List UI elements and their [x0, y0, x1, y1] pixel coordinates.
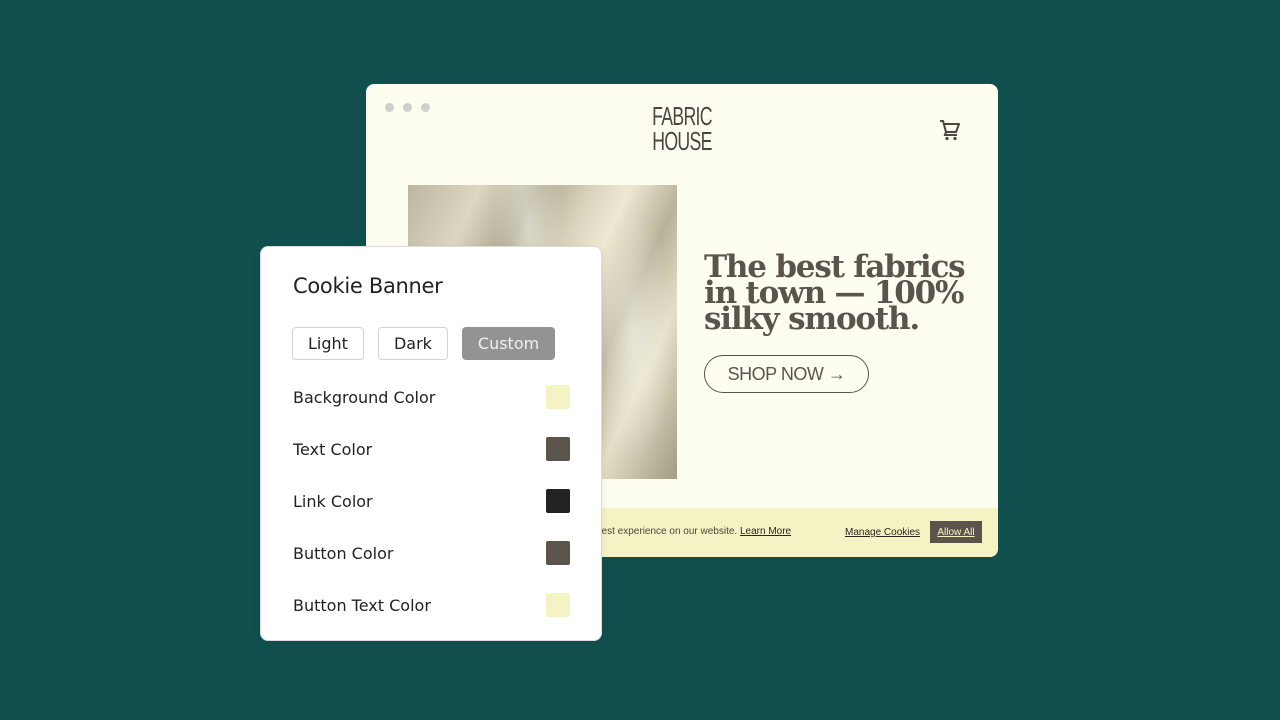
button-color-swatch[interactable] — [546, 541, 570, 565]
shop-now-button[interactable]: SHOP NOW → — [704, 355, 869, 393]
text-color-swatch[interactable] — [546, 437, 570, 461]
color-row-background: Background Color — [293, 371, 570, 423]
window-controls — [385, 103, 430, 112]
link-color-swatch[interactable] — [546, 489, 570, 513]
brand-logo[interactable]: FABRIC HOUSE — [467, 103, 897, 156]
color-label: Text Color — [293, 439, 373, 459]
color-row-button: Button Color — [293, 527, 570, 579]
learn-more-link[interactable]: Learn More — [740, 526, 791, 537]
button-text-color-swatch[interactable] — [546, 593, 570, 617]
color-row-button-text: Button Text Color — [293, 579, 570, 631]
mode-light-button[interactable]: Light — [292, 327, 364, 360]
color-row-text: Text Color — [293, 423, 570, 475]
cookie-banner-settings-panel: Cookie Banner Light Dark Custom Backgrou… — [260, 246, 602, 641]
color-settings-list: Background Color Text Color Link Color B… — [293, 371, 570, 631]
window-dot-icon — [403, 103, 412, 112]
color-label: Button Text Color — [293, 595, 431, 615]
allow-all-button[interactable]: Allow All — [930, 521, 982, 543]
theme-mode-selector: Light Dark Custom — [292, 327, 556, 360]
mode-custom-button[interactable]: Custom — [461, 327, 556, 360]
color-label: Link Color — [293, 491, 373, 511]
color-row-link: Link Color — [293, 475, 570, 527]
cookie-message: best experience on our website. Learn Mo… — [596, 526, 791, 537]
mode-dark-button[interactable]: Dark — [377, 327, 448, 360]
hero-headline: The best fabrics in town — 100% silky sm… — [704, 249, 966, 337]
logo-line-2: HOUSE — [652, 126, 712, 156]
color-label: Button Color — [293, 543, 394, 563]
background-color-swatch[interactable] — [546, 385, 570, 409]
panel-title: Cookie Banner — [293, 274, 443, 298]
window-dot-icon — [385, 103, 394, 112]
manage-cookies-link[interactable]: Manage Cookies — [845, 527, 920, 538]
color-label: Background Color — [293, 387, 436, 407]
shopping-cart-icon[interactable] — [938, 118, 962, 142]
window-dot-icon — [421, 103, 430, 112]
cookie-message-text: best experience on our website. — [596, 526, 738, 537]
